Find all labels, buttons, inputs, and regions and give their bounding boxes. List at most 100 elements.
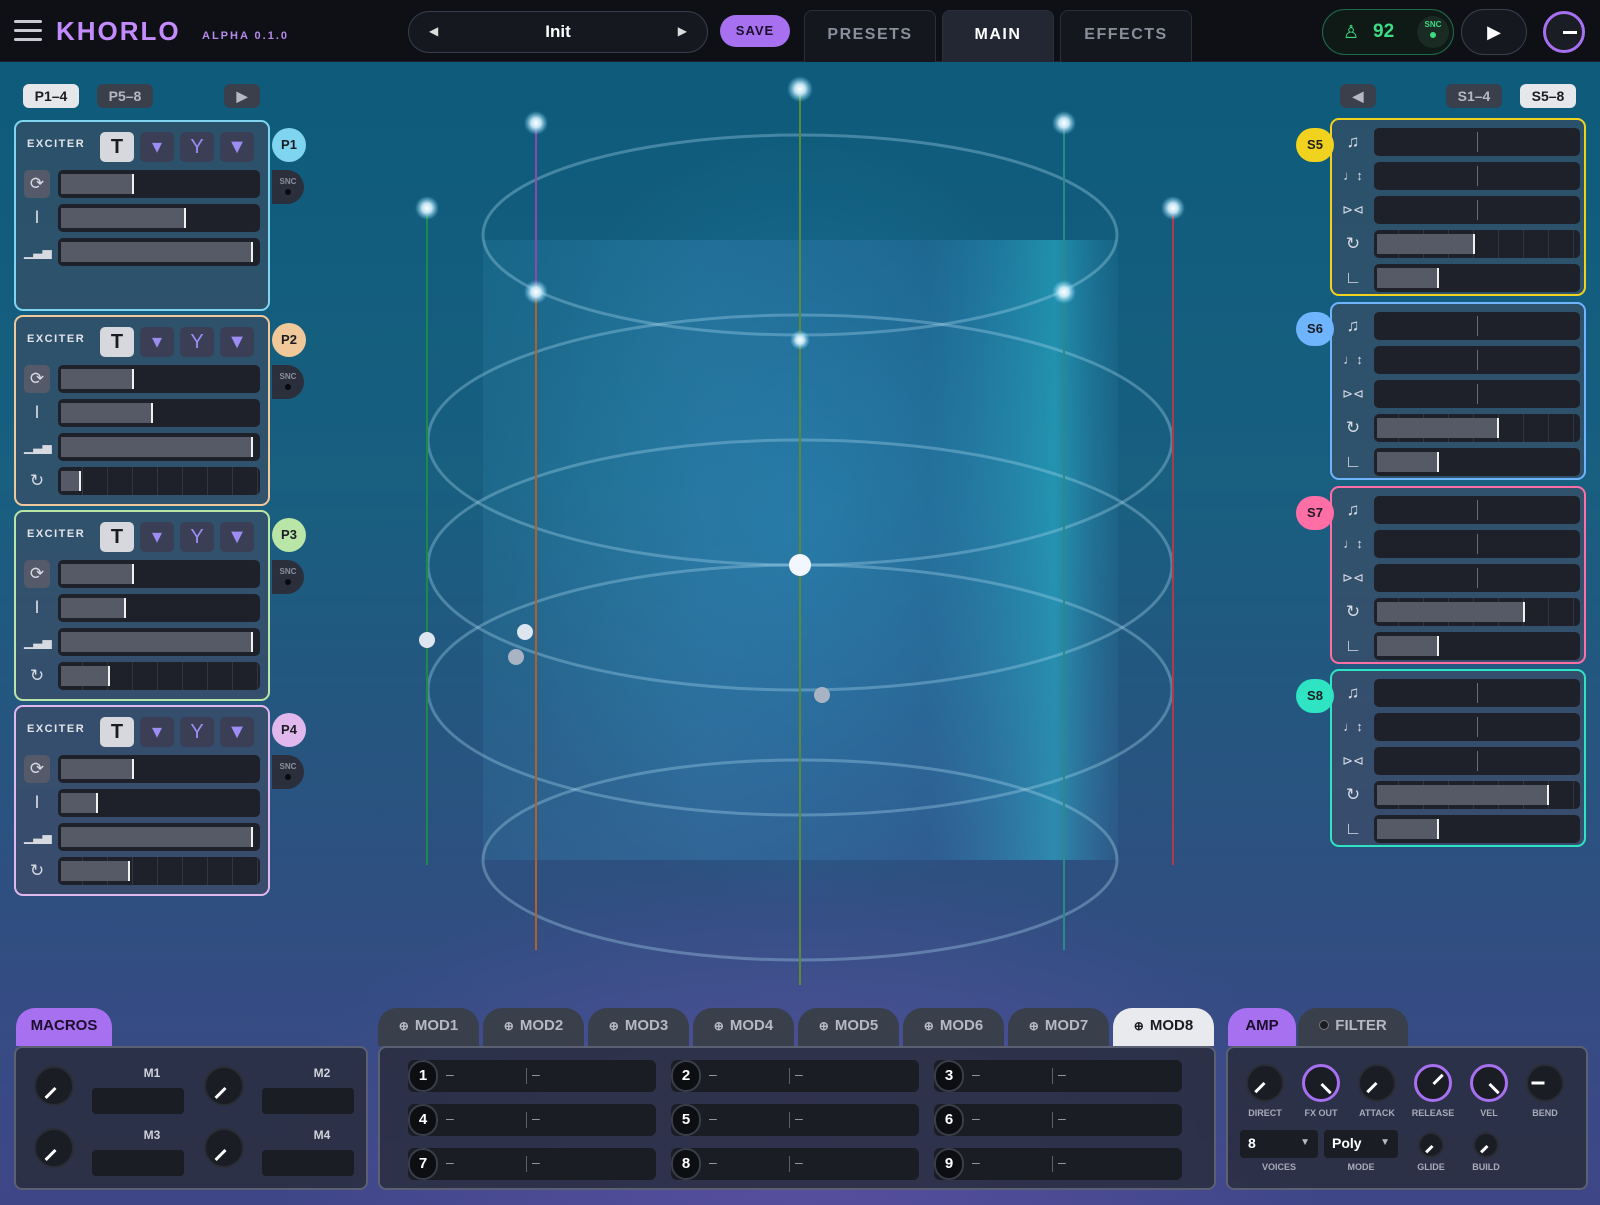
partials-page-1-4[interactable]: P1–4 — [23, 84, 79, 108]
scanner-param-slider[interactable] — [1374, 496, 1580, 524]
scanners-page-1-4[interactable]: S1–4 — [1446, 84, 1502, 108]
mod-slot-source[interactable]: – — [709, 1154, 717, 1170]
partial-param-slider[interactable] — [58, 628, 260, 656]
partial-tag-1[interactable]: P1 — [272, 128, 306, 162]
mod-slot-source[interactable]: – — [446, 1154, 454, 1170]
partial-param-slider[interactable] — [58, 857, 260, 885]
scanner-param-slider[interactable] — [1374, 312, 1580, 340]
scanner-param-slider[interactable] — [1374, 530, 1580, 558]
partial-param-slider[interactable] — [58, 170, 260, 198]
partial-param-slider[interactable] — [58, 399, 260, 427]
tempo-bpm[interactable]: 92 — [1373, 21, 1394, 43]
mod-slot-source[interactable]: – — [972, 1066, 980, 1082]
scanner-tag-8[interactable]: S8 — [1296, 679, 1334, 713]
partial-param-slider[interactable] — [58, 365, 260, 393]
fx-out-knob[interactable] — [1302, 1064, 1340, 1102]
scanner-param-slider[interactable] — [1374, 815, 1580, 843]
macro-3-field[interactable] — [92, 1150, 184, 1176]
scanner-param-slider[interactable] — [1374, 346, 1580, 374]
scanner-param-slider[interactable] — [1374, 564, 1580, 592]
loop-icon[interactable]: ⟳ — [24, 560, 50, 588]
loop-icon[interactable]: ⟳ — [24, 365, 50, 393]
macro-1-knob[interactable] — [34, 1066, 74, 1106]
mod-slot-target[interactable]: – — [532, 1066, 540, 1082]
tab-mod1[interactable]: ⊕ MOD1 — [378, 1008, 479, 1046]
tempo-control[interactable]: ♙ 92 SNC — [1322, 9, 1454, 55]
vel-knob[interactable] — [1470, 1064, 1508, 1102]
scanner-param-slider[interactable] — [1374, 679, 1580, 707]
build-knob[interactable] — [1473, 1132, 1499, 1158]
mod-slot-target[interactable]: – — [1058, 1154, 1066, 1170]
mod-slot-6[interactable]: 6 – – — [934, 1104, 1182, 1136]
mod-slot-source[interactable]: – — [972, 1110, 980, 1126]
scanner-param-slider[interactable] — [1374, 380, 1580, 408]
scanner-param-slider[interactable] — [1374, 264, 1580, 292]
tab-mod8[interactable]: ⊕ MOD8 — [1113, 1008, 1214, 1046]
scanner-tag-5[interactable]: S5 — [1296, 128, 1334, 162]
scanner-tag-7[interactable]: S7 — [1296, 496, 1334, 530]
mod-slot-source[interactable]: – — [446, 1066, 454, 1082]
mod-slot-9[interactable]: 9 – – — [934, 1148, 1182, 1180]
mod-slot-5[interactable]: 5 – – — [671, 1104, 919, 1136]
partial-param-slider[interactable] — [58, 238, 260, 266]
tab-amp[interactable]: AMP — [1228, 1008, 1296, 1046]
exciter-mode-cup-button[interactable]: ▾ — [140, 327, 174, 357]
scanner-param-slider[interactable] — [1374, 162, 1580, 190]
partial-param-slider[interactable] — [58, 467, 260, 495]
partial-tag-2[interactable]: P2 — [272, 323, 306, 357]
exciter-mode-t-button[interactable]: T — [100, 327, 134, 357]
mod-slot-source[interactable]: – — [972, 1154, 980, 1170]
save-button[interactable]: SAVE — [720, 15, 790, 47]
mod-slot-7[interactable]: 7 – – — [408, 1148, 656, 1180]
tempo-sync-button[interactable]: SNC — [1417, 16, 1449, 48]
direct-knob[interactable] — [1246, 1064, 1284, 1102]
mod-slot-8[interactable]: 8 – – — [671, 1148, 919, 1180]
mod-slot-target[interactable]: – — [532, 1110, 540, 1126]
macro-3-knob[interactable] — [34, 1128, 74, 1168]
exciter-mode-t-button[interactable]: T — [100, 522, 134, 552]
exciter-mode-cone-button[interactable]: ▼ — [220, 522, 254, 552]
macro-2-knob[interactable] — [204, 1066, 244, 1106]
scanner-param-slider[interactable] — [1374, 747, 1580, 775]
mod-slot-1[interactable]: 1 – – — [408, 1060, 656, 1092]
tab-mod2[interactable]: ⊕ MOD2 — [483, 1008, 584, 1046]
next-preset-button[interactable]: ▶ — [678, 24, 687, 38]
mod-slot-target[interactable]: – — [795, 1066, 803, 1082]
exciter-mode-cone-button[interactable]: ▼ — [220, 132, 254, 162]
exciter-mode-cup-button[interactable]: ▾ — [140, 717, 174, 747]
partials-page-5-8[interactable]: P5–8 — [97, 84, 153, 108]
mod-slot-source[interactable]: – — [446, 1110, 454, 1126]
play-button[interactable]: ▶ — [1461, 9, 1527, 55]
mod-slot-target[interactable]: – — [1058, 1066, 1066, 1082]
partial-param-slider[interactable] — [58, 560, 260, 588]
exciter-mode-y-button[interactable]: Y — [180, 717, 214, 747]
macro-4-field[interactable] — [262, 1150, 354, 1176]
voices-select[interactable]: 8 ▼ — [1240, 1130, 1318, 1158]
tab-main[interactable]: MAIN — [942, 10, 1054, 62]
macro-4-knob[interactable] — [204, 1128, 244, 1168]
bend-knob[interactable] — [1526, 1064, 1564, 1102]
scanner-param-slider[interactable] — [1374, 128, 1580, 156]
scanner-param-slider[interactable] — [1374, 598, 1580, 626]
partials-page-next-button[interactable]: ▶ — [224, 84, 260, 108]
scanner-param-slider[interactable] — [1374, 230, 1580, 258]
tab-mod6[interactable]: ⊕ MOD6 — [903, 1008, 1004, 1046]
partial-param-slider[interactable] — [58, 789, 260, 817]
exciter-mode-cup-button[interactable]: ▾ — [140, 522, 174, 552]
exciter-mode-y-button[interactable]: Y — [180, 522, 214, 552]
scanner-param-slider[interactable] — [1374, 781, 1580, 809]
tab-mod3[interactable]: ⊕ MOD3 — [588, 1008, 689, 1046]
mod-slot-target[interactable]: – — [532, 1154, 540, 1170]
partial-param-slider[interactable] — [58, 204, 260, 232]
exciter-mode-y-button[interactable]: Y — [180, 327, 214, 357]
exciter-mode-t-button[interactable]: T — [100, 132, 134, 162]
tab-effects[interactable]: EFFECTS — [1060, 10, 1192, 62]
partial-param-slider[interactable] — [58, 433, 260, 461]
partial-tag-3[interactable]: P3 — [272, 518, 306, 552]
mod-slot-3[interactable]: 3 – – — [934, 1060, 1182, 1092]
exciter-mode-cone-button[interactable]: ▼ — [220, 717, 254, 747]
tab-mod4[interactable]: ⊕ MOD4 — [693, 1008, 794, 1046]
scanners-page-5-8[interactable]: S5–8 — [1520, 84, 1576, 108]
scanner-param-slider[interactable] — [1374, 414, 1580, 442]
mod-slot-target[interactable]: – — [1058, 1110, 1066, 1126]
